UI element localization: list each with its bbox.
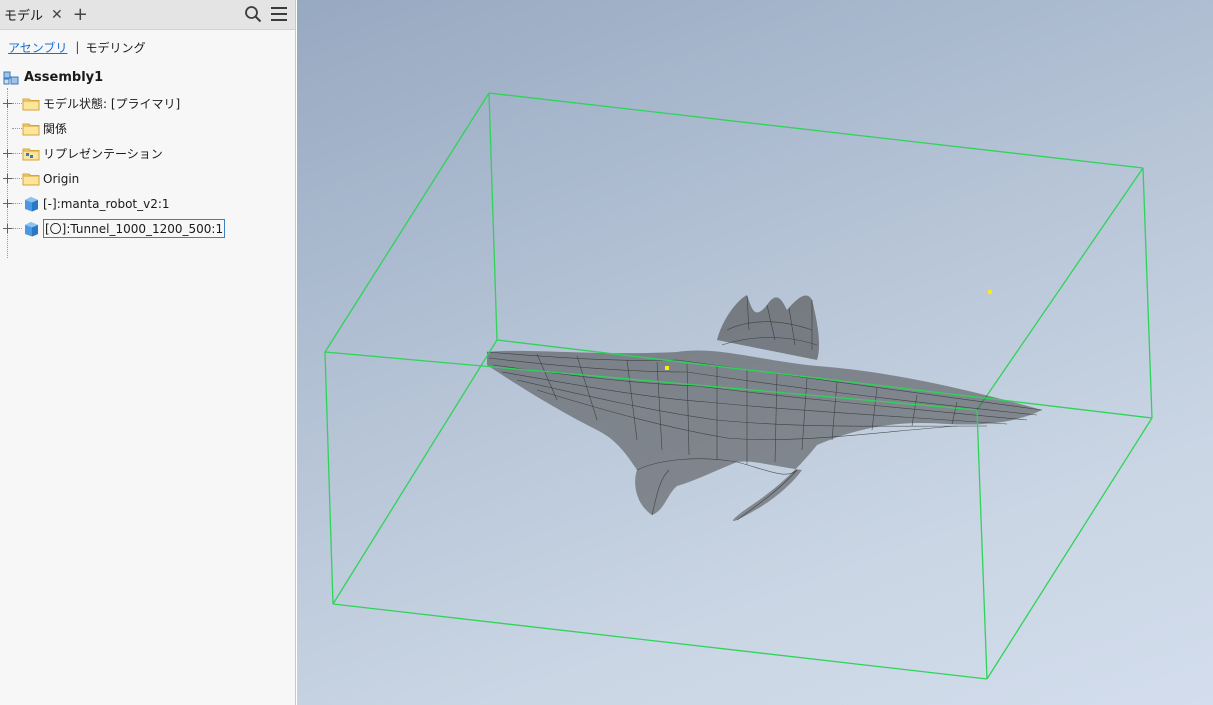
tree-item-relationships[interactable]: 関係 <box>0 116 295 141</box>
viewport-canvas <box>324 92 1153 680</box>
tree-item-label: Origin <box>43 171 80 186</box>
tree-item-label: [-]:manta_robot_v2:1 <box>43 196 170 211</box>
expand-icon[interactable] <box>3 149 12 158</box>
expand-icon[interactable] <box>3 99 12 108</box>
tree-root-label: Assembly1 <box>24 70 104 85</box>
assembly-icon <box>3 70 21 86</box>
tree-item-origin[interactable]: Origin <box>0 166 295 191</box>
folder-icon <box>22 96 40 112</box>
browser-tab-bar: モデル ✕ + <box>0 0 295 30</box>
close-icon[interactable]: ✕ <box>51 7 63 23</box>
graphics-viewport[interactable] <box>297 0 1213 705</box>
tree-item-model-state[interactable]: モデル状態: [プライマリ] <box>0 91 295 116</box>
work-point-marker <box>987 289 993 295</box>
subtab-assembly[interactable]: アセンブリ <box>8 39 67 56</box>
work-point-marker <box>665 366 669 370</box>
tree-connector <box>12 203 22 204</box>
tree-connector <box>12 228 22 229</box>
tree-item-label: [〇]:Tunnel_1000_1200_500:1 <box>43 219 226 238</box>
tree-connector <box>12 153 22 154</box>
tree-connector <box>12 128 22 129</box>
tree-root-assembly[interactable]: Assembly1 <box>0 64 295 91</box>
tree-item-label: 関係 <box>43 122 68 136</box>
search-icon[interactable] <box>243 3 263 25</box>
part-cube-icon <box>22 196 40 212</box>
expand-icon[interactable] <box>3 174 12 183</box>
subtab-modeling[interactable]: モデリング <box>85 39 145 56</box>
part-cube-icon <box>22 221 40 237</box>
tree-connector <box>12 103 22 104</box>
tree-item-tunnel[interactable]: [〇]:Tunnel_1000_1200_500:1 <box>0 216 295 241</box>
tree-connector <box>12 178 22 179</box>
folder-icon <box>22 121 40 137</box>
add-tab-icon[interactable]: + <box>73 5 88 24</box>
menu-icon[interactable] <box>269 3 289 25</box>
tree-item-representations[interactable]: リプレゼンテーション <box>0 141 295 166</box>
folder-icon <box>22 171 40 187</box>
tab-model[interactable]: モデル <box>4 5 43 24</box>
model-browser-panel: モデル ✕ + アセンブリ | モデリング Assembly1 モデル状態: [… <box>0 0 296 705</box>
tree-item-manta-robot[interactable]: [-]:manta_robot_v2:1 <box>0 191 295 216</box>
model-tree: Assembly1 モデル状態: [プライマリ] 関係 リプレゼンテーション O… <box>0 64 295 258</box>
expand-icon[interactable] <box>3 224 12 233</box>
tree-item-label: リプレゼンテーション <box>43 147 163 161</box>
expand-icon[interactable] <box>3 199 12 208</box>
subtab-separator: | <box>75 40 80 54</box>
tree-item-label: モデル状態: [プライマリ] <box>43 97 181 111</box>
representations-folder-icon <box>22 146 40 162</box>
browser-subtabs: アセンブリ | モデリング <box>0 30 295 64</box>
